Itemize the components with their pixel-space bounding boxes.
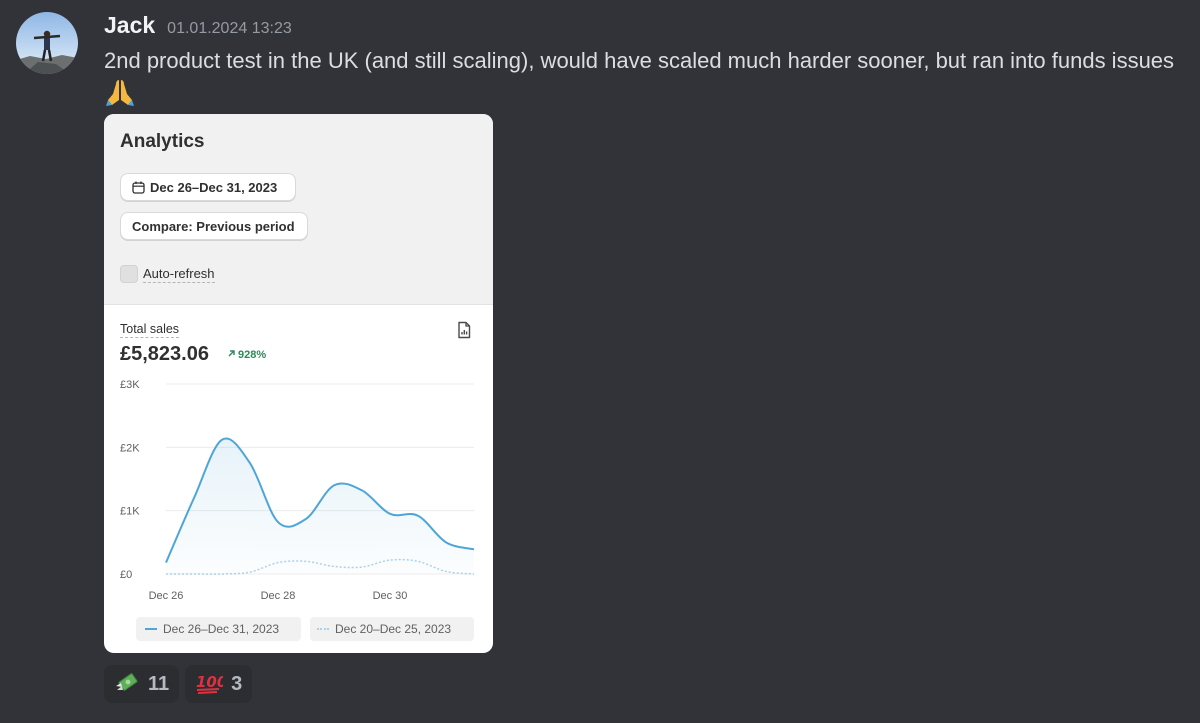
- money-with-wings-icon: [114, 670, 140, 699]
- avatar[interactable]: [16, 12, 78, 74]
- compare-label: Compare: Previous period: [132, 218, 295, 234]
- export-report-icon[interactable]: [456, 321, 472, 339]
- legend-previous-label: Dec 20–Dec 25, 2023: [335, 622, 452, 636]
- hundred-points-icon: 100: [195, 670, 227, 699]
- total-sales-label: Total sales: [120, 322, 180, 338]
- sales-change: 928%: [227, 349, 266, 361]
- y-tick-label: £0: [120, 569, 132, 581]
- dotted-line-swatch: [317, 628, 329, 630]
- folded-hands-icon: [104, 78, 136, 116]
- arrow-up-right-icon: [227, 349, 236, 361]
- legend-current-period[interactable]: Dec 26–Dec 31, 2023: [136, 617, 301, 641]
- date-range-label: Dec 26–Dec 31, 2023: [150, 179, 278, 195]
- sales-line-chart: £0 £1K £2K £3K Dec 26 Dec 28 Dec 30: [120, 379, 475, 602]
- sales-change-value: 928%: [238, 349, 267, 361]
- x-tick-label: Dec 26: [149, 590, 184, 602]
- y-tick-label: £3K: [120, 379, 140, 391]
- y-tick-label: £1K: [120, 506, 140, 518]
- total-sales-value: £5,823.06: [120, 343, 209, 365]
- message-body: 2nd product test in the UK (and still sc…: [104, 48, 1175, 73]
- reaction-count: 3: [231, 672, 243, 695]
- analytics-screenshot[interactable]: Analytics Dec 26–Dec 31, 2023 Compare: P…: [104, 114, 493, 653]
- auto-refresh-label: Auto-refresh: [143, 266, 215, 283]
- legend-previous-period[interactable]: Dec 20–Dec 25, 2023: [310, 617, 474, 641]
- reaction-hundred[interactable]: 100 3: [185, 665, 253, 703]
- reaction-money[interactable]: 11: [104, 665, 180, 703]
- calendar-icon: [132, 181, 145, 194]
- solid-line-swatch: [145, 628, 157, 630]
- current-period-area: [166, 438, 474, 574]
- x-tick-label: Dec 28: [261, 590, 296, 602]
- message-text: 2nd product test in the UK (and still sc…: [104, 44, 1189, 116]
- message-header: Jack 01.01.2024 13:23: [104, 12, 1194, 42]
- reaction-count: 11: [148, 672, 170, 695]
- legend-current-label: Dec 26–Dec 31, 2023: [163, 622, 280, 636]
- message: Jack 01.01.2024 13:23 2nd product test i…: [104, 12, 1194, 116]
- timestamp: 01.01.2024 13:23: [167, 20, 292, 37]
- compare-button[interactable]: Compare: Previous period: [120, 212, 308, 240]
- date-range-button[interactable]: Dec 26–Dec 31, 2023: [120, 173, 296, 201]
- y-tick-label: £2K: [120, 442, 140, 454]
- reactions: 11 100 3: [104, 665, 253, 703]
- analytics-title: Analytics: [120, 131, 205, 152]
- x-tick-label: Dec 30: [373, 590, 408, 602]
- auto-refresh-checkbox[interactable]: [120, 265, 138, 283]
- author-name[interactable]: Jack: [104, 12, 155, 39]
